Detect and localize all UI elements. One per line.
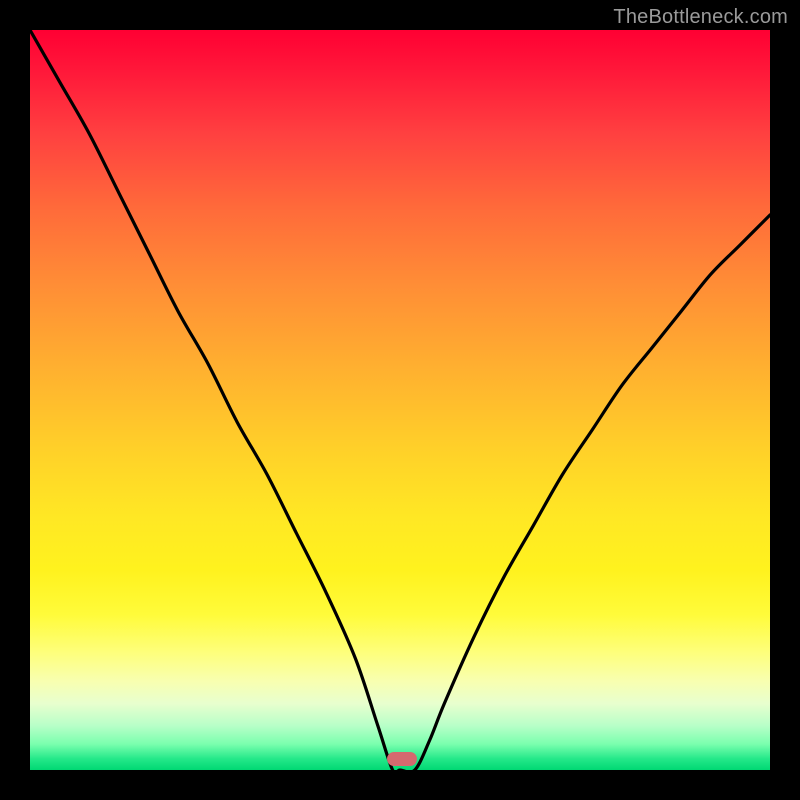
- bottleneck-curve: [30, 30, 770, 770]
- watermark-text: TheBottleneck.com: [613, 6, 788, 29]
- plot-area: [30, 30, 770, 770]
- optimal-marker: [387, 752, 417, 766]
- chart-frame: TheBottleneck.com: [0, 0, 800, 800]
